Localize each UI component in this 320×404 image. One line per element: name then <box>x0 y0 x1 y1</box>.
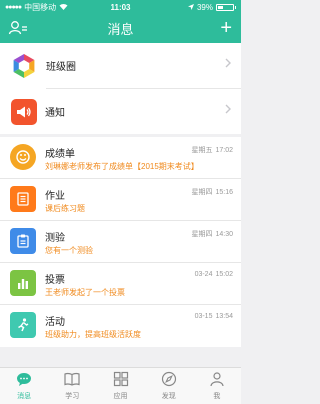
activity-icon <box>10 312 36 338</box>
message-time: 03-15 13:54 <box>194 313 233 320</box>
notice-label: 通知 <box>45 108 65 119</box>
class-circle-row[interactable]: 班级圈 <box>0 43 241 88</box>
top-group: 班级圈 通知 <box>0 43 241 134</box>
message-subtitle: 刘琳娜老师发布了成绩单【2015期末考试】 <box>45 162 199 171</box>
chat-bubble-icon <box>16 371 32 389</box>
message-list: 成绩单 刘琳娜老师发布了成绩单【2015期末考试】 星期五 17:02 作业 课后… <box>0 137 241 347</box>
compass-icon <box>161 371 177 389</box>
tab-me[interactable]: 我 <box>193 368 241 404</box>
tab-label: 消息 <box>17 393 32 400</box>
location-icon <box>187 3 194 12</box>
chevron-right-icon <box>225 57 231 71</box>
message-time: 星期五 17:02 <box>191 147 233 154</box>
notice-row[interactable]: 通知 <box>0 89 241 134</box>
page-title: 消息 <box>107 22 134 37</box>
class-circle-icon <box>10 52 38 80</box>
tab-label: 发现 <box>161 393 176 400</box>
message-subtitle: 班级助力，提高班级活跃度 <box>45 330 141 339</box>
message-time: 星期四 15:16 <box>191 189 233 196</box>
book-icon <box>64 371 80 389</box>
message-title: 成绩单 <box>45 149 75 160</box>
message-title: 活动 <box>45 317 65 328</box>
tab-label: 我 <box>213 393 221 400</box>
message-item-activity[interactable]: 活动 班级助力，提高班级活跃度 03-15 13:54 <box>0 305 241 347</box>
carrier-label: 中国移动 <box>24 2 57 12</box>
tab-discover[interactable]: 发现 <box>145 368 193 404</box>
add-button[interactable]: + <box>220 17 232 39</box>
tab-study[interactable]: 学习 <box>48 368 96 404</box>
vote-icon <box>10 270 36 296</box>
message-time: 星期四 14:30 <box>191 231 233 238</box>
tab-apps[interactable]: 应用 <box>96 368 144 404</box>
message-subtitle: 课后练习题 <box>45 204 85 213</box>
nav-bar: 消息 + <box>0 14 241 43</box>
homework-icon <box>10 186 36 212</box>
battery-text: 39% <box>196 2 213 12</box>
chevron-right-icon <box>225 103 231 117</box>
message-item-quiz[interactable]: 测验 您有一个测验 星期四 14:30 <box>0 221 241 263</box>
message-item-grades[interactable]: 成绩单 刘琳娜老师发布了成绩单【2015期末考试】 星期五 17:02 <box>0 137 241 179</box>
wifi-icon <box>59 3 68 12</box>
signal-icon: ●●●●● <box>5 3 22 11</box>
apps-grid-icon <box>113 371 129 389</box>
contacts-icon[interactable] <box>8 19 28 37</box>
message-title: 作业 <box>45 191 65 202</box>
message-subtitle: 您有一个测验 <box>45 246 93 255</box>
tab-label: 应用 <box>113 393 128 400</box>
tab-label: 学习 <box>65 393 80 400</box>
person-icon <box>209 371 225 389</box>
grades-icon <box>10 144 36 170</box>
tab-bar: 消息 学习 应用 发现 我 <box>0 367 241 404</box>
message-item-vote[interactable]: 投票 王老师发起了一个投票 03-24 15:02 <box>0 263 241 305</box>
message-time: 03-24 15:02 <box>194 271 233 278</box>
message-title: 测验 <box>45 233 65 244</box>
tab-messages[interactable]: 消息 <box>0 368 48 404</box>
class-circle-label: 班级圈 <box>46 62 76 73</box>
battery-icon <box>216 3 234 11</box>
status-bar: ●●●●● 中国移动 11:03 39% <box>0 0 241 14</box>
quiz-icon <box>10 228 36 254</box>
status-time: 11:03 <box>110 2 131 12</box>
notice-icon <box>11 98 37 125</box>
message-subtitle: 王老师发起了一个投票 <box>45 288 125 297</box>
message-title: 投票 <box>45 275 65 286</box>
message-item-homework[interactable]: 作业 课后练习题 星期四 15:16 <box>0 179 241 221</box>
